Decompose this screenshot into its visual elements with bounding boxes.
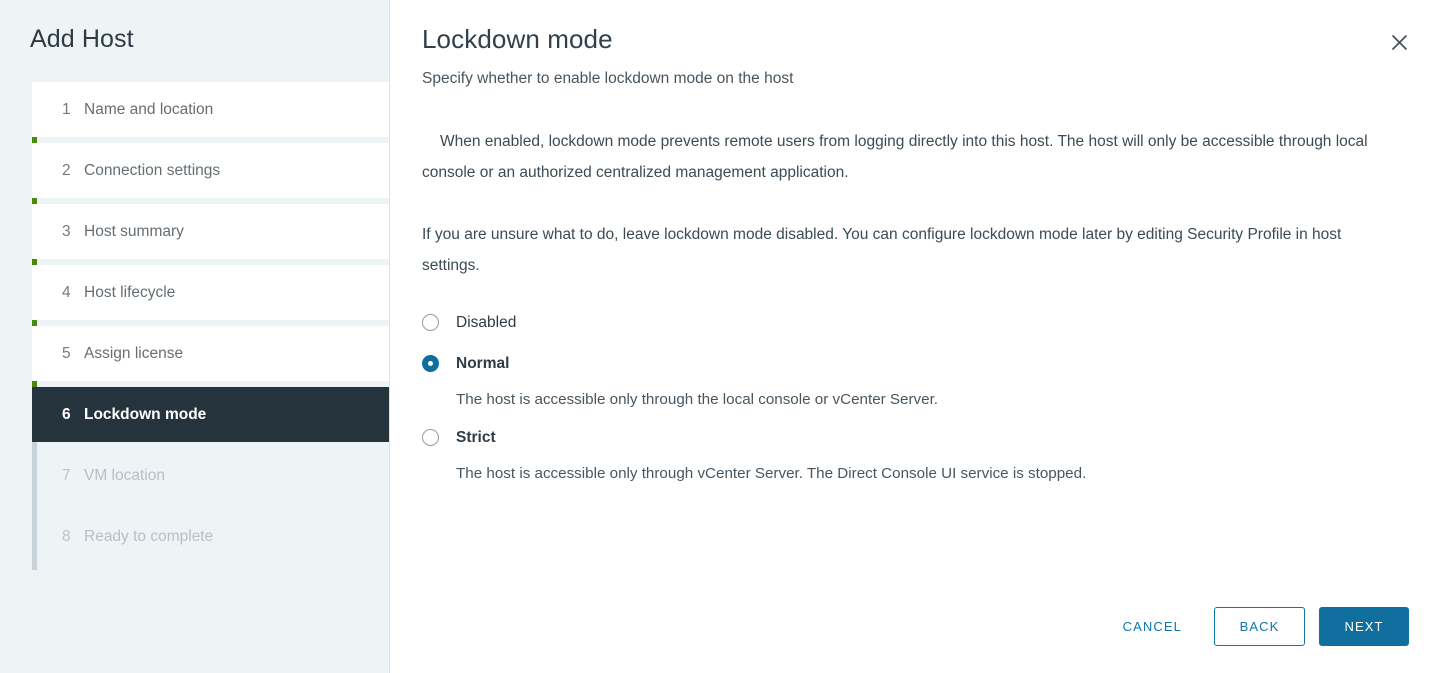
wizard-title: Add Host	[30, 25, 134, 53]
lockdown-description-paragraph: When enabled, lockdown mode prevents rem…	[422, 133, 1368, 181]
lockdown-mode-radio-group: Disabled Normal The host is accessible o…	[422, 309, 1405, 484]
step-label: Lockdown mode	[84, 405, 207, 423]
lockdown-option-normal-block: Normal The host is accessible only throu…	[422, 350, 1405, 410]
radio-button-icon[interactable]	[422, 429, 439, 446]
lockdown-option-disabled-block: Disabled	[422, 309, 1405, 336]
step-label: Assign license	[84, 344, 184, 362]
step-number: 7	[62, 466, 71, 484]
radio-label: Normal	[456, 354, 510, 372]
step-label: Host lifecycle	[84, 283, 176, 301]
step-label: VM location	[84, 466, 165, 484]
sidebar-item-host-lifecycle[interactable]: 4 Host lifecycle	[32, 265, 389, 320]
sidebar-item-connection-settings[interactable]: 2 Connection settings	[32, 143, 389, 198]
radio-button-selected-icon[interactable]	[422, 355, 439, 372]
back-button[interactable]: BACK	[1214, 607, 1305, 646]
wizard-content-panel: Lockdown mode Specify whether to enable …	[390, 0, 1439, 673]
sidebar-item-lockdown-mode[interactable]: 6 Lockdown mode	[32, 387, 389, 442]
radio-label: Strict	[456, 428, 496, 446]
step-number: 8	[62, 527, 71, 545]
add-host-wizard: Add Host 1 Name and location 2 Connectio…	[0, 0, 1439, 673]
step-number: 5	[62, 344, 71, 362]
step-number: 3	[62, 222, 71, 240]
step-label: Ready to complete	[84, 527, 214, 545]
sidebar-item-vm-location: 7 VM location	[32, 448, 389, 503]
radio-option-strict[interactable]: Strict	[422, 424, 1405, 451]
radio-label: Disabled	[456, 313, 517, 331]
wizard-sidebar: Add Host 1 Name and location 2 Connectio…	[0, 0, 390, 673]
radio-button-icon[interactable]	[422, 314, 439, 331]
cancel-button[interactable]: CANCEL	[1105, 607, 1200, 646]
sidebar-item-ready-to-complete: 8 Ready to complete	[32, 509, 389, 564]
step-number: 2	[62, 161, 71, 179]
sidebar-item-name-and-location[interactable]: 1 Name and location	[32, 82, 389, 137]
lockdown-guidance-paragraph: If you are unsure what to do, leave lock…	[422, 226, 1342, 274]
radio-option-disabled[interactable]: Disabled	[422, 309, 1405, 336]
radio-option-normal[interactable]: Normal	[422, 350, 1405, 377]
lockdown-option-strict-block: Strict The host is accessible only throu…	[422, 424, 1405, 484]
page-title: Lockdown mode	[422, 24, 613, 54]
page-subtitle: Specify whether to enable lockdown mode …	[422, 70, 794, 87]
step-label: Name and location	[84, 100, 214, 118]
radio-description: The host is accessible only through vCen…	[456, 465, 1087, 482]
close-icon[interactable]	[1385, 28, 1413, 56]
sidebar-item-assign-license[interactable]: 5 Assign license	[32, 326, 389, 381]
radio-description: The host is accessible only through the …	[456, 391, 939, 408]
step-number: 4	[62, 283, 71, 301]
step-label: Host summary	[84, 222, 184, 240]
step-label: Connection settings	[84, 161, 221, 179]
step-number: 1	[62, 100, 71, 118]
wizard-footer: CANCEL BACK NEXT	[1105, 607, 1409, 646]
wizard-step-list: 1 Name and location 2 Connection setting…	[0, 82, 389, 570]
step-number: 6	[62, 405, 71, 423]
next-button[interactable]: NEXT	[1319, 607, 1409, 646]
sidebar-item-host-summary[interactable]: 3 Host summary	[32, 204, 389, 259]
